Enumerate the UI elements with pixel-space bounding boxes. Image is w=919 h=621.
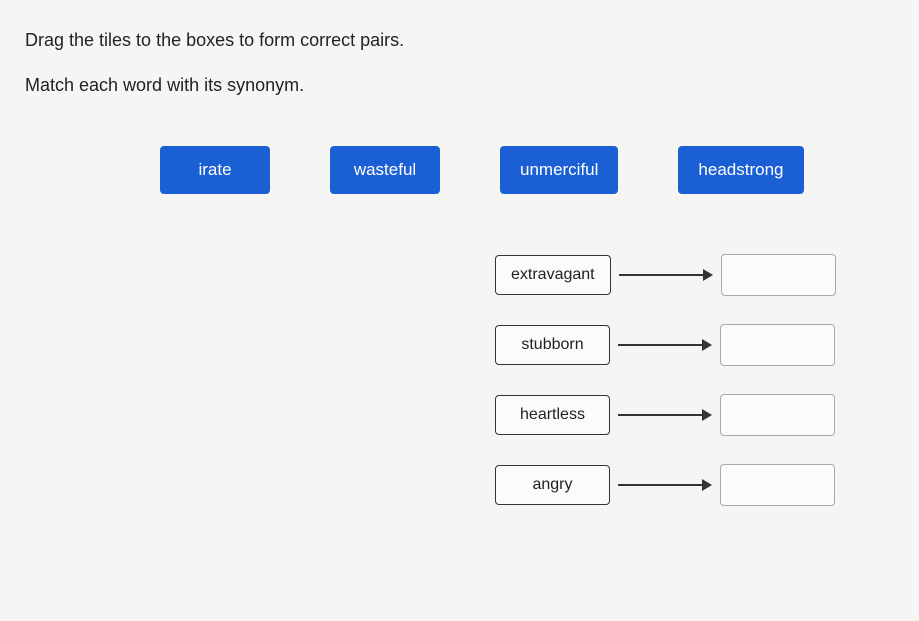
- tiles-row: irate wasteful unmerciful headstrong: [25, 146, 894, 194]
- drop-box-heartless[interactable]: [720, 394, 835, 436]
- word-box-stubborn: stubborn: [495, 325, 610, 365]
- word-box-extravagant: extravagant: [495, 255, 611, 295]
- instruction-text-2: Match each word with its synonym.: [25, 75, 894, 96]
- drop-box-angry[interactable]: [720, 464, 835, 506]
- pair-row: heartless: [495, 394, 894, 436]
- instruction-text-1: Drag the tiles to the boxes to form corr…: [25, 30, 894, 51]
- pair-row: angry: [495, 464, 894, 506]
- word-box-angry: angry: [495, 465, 610, 505]
- arrow-icon: [611, 269, 721, 281]
- tile-unmerciful[interactable]: unmerciful: [500, 146, 618, 194]
- arrow-icon: [610, 339, 720, 351]
- drop-box-extravagant[interactable]: [721, 254, 836, 296]
- tile-wasteful[interactable]: wasteful: [330, 146, 440, 194]
- tile-headstrong[interactable]: headstrong: [678, 146, 803, 194]
- arrow-icon: [610, 409, 720, 421]
- pair-row: extravagant: [495, 254, 894, 296]
- pair-row: stubborn: [495, 324, 894, 366]
- pairs-container: extravagant stubborn heartless angry: [25, 254, 894, 506]
- arrow-icon: [610, 479, 720, 491]
- tile-irate[interactable]: irate: [160, 146, 270, 194]
- drop-box-stubborn[interactable]: [720, 324, 835, 366]
- word-box-heartless: heartless: [495, 395, 610, 435]
